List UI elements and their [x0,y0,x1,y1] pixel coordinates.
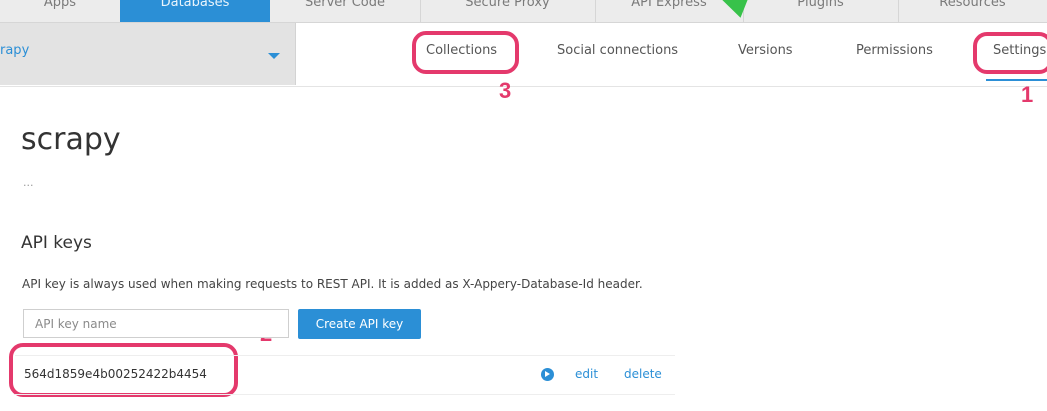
annotation-number-3: 3 [499,78,512,103]
database-selector[interactable]: rapy [0,23,296,85]
top-tab-server-code[interactable]: Server Code [270,0,421,22]
tab-permissions[interactable]: Permissions [856,43,933,58]
page-description: ... [23,176,34,189]
top-tab-apps[interactable]: Apps [0,0,121,22]
delete-key-link[interactable]: delete [624,367,662,381]
top-tab-databases[interactable]: Databases [120,0,270,22]
tab-social-connections[interactable]: Social connections [557,43,678,58]
database-selector-value: rapy [0,43,30,58]
annotation-ring-settings [973,32,1047,74]
database-subnav: rapy Collections Social connections Vers… [0,23,1047,87]
top-tab-resources[interactable]: Resources [898,0,1047,22]
annotation-number-1: 1 [1021,82,1034,107]
api-keys-heading: API keys [21,233,92,253]
tab-versions[interactable]: Versions [738,43,793,58]
api-keys-description: API key is always used when making reque… [22,277,643,291]
caret-down-icon[interactable] [268,53,280,59]
arrow-circle-icon[interactable] [541,368,554,381]
active-tab-indicator [986,79,1047,81]
top-tab-secure-proxy[interactable]: Secure Proxy [420,0,596,22]
api-key-row: 564d1859e4b00252422b4454 edit delete [15,355,675,395]
api-key-name-input[interactable] [23,309,289,338]
annotation-ring-collections [412,31,519,74]
create-api-key-button[interactable]: Create API key [298,309,421,339]
api-key-value: 564d1859e4b00252422b4454 [24,367,207,381]
top-tab-plugins[interactable]: Plugins [743,0,899,22]
edit-key-link[interactable]: edit [575,367,598,381]
page-title: scrapy [21,122,121,157]
top-nav: Apps Databases Server Code Secure Proxy … [0,0,1047,23]
